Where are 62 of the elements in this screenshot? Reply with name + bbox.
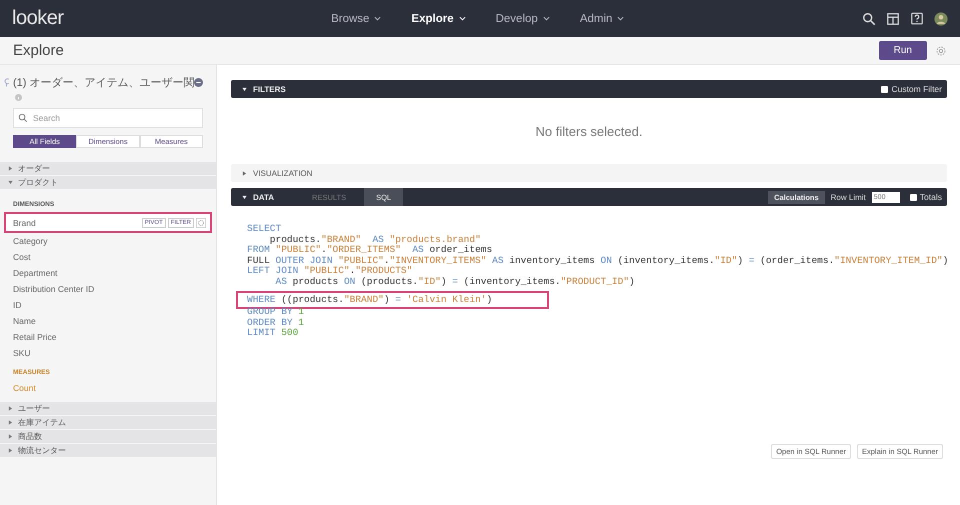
layout-icon[interactable] (886, 12, 900, 26)
disclosure-triangle-icon (8, 420, 13, 425)
disclosure-triangle-icon (8, 166, 13, 171)
section-title: FILTERS (253, 84, 286, 94)
code-line: GROUP BY 1 (247, 307, 304, 318)
field-item[interactable]: Name (0, 313, 216, 329)
field-item[interactable]: Cost (0, 249, 216, 265)
section-title: DATA (253, 192, 274, 202)
disclosure-triangle-icon (8, 434, 13, 439)
collapse-icon[interactable] (194, 78, 202, 87)
nav-menu[interactable]: Admin (578, 10, 626, 26)
field-label: Brand (13, 218, 36, 228)
view-header[interactable]: 商品数 (0, 430, 216, 444)
field-item[interactable]: Retail Price (0, 329, 216, 345)
field-item[interactable]: Department (0, 265, 216, 281)
view-header[interactable]: 在庫アイテム (0, 416, 216, 430)
search-field[interactable]: Search (13, 108, 203, 128)
row-limit-label: Row Limit (830, 192, 866, 202)
code-line: WHERE ((products."BRAND") = 'Calvin Klein') (247, 294, 492, 306)
empty-message: No filters selected. (534, 122, 644, 140)
disclosure-triangle-icon (8, 448, 13, 453)
code-line: FROM "PUBLIC"."ORDER_ITEMS" AS order_items (247, 245, 492, 256)
help-icon[interactable] (910, 12, 924, 26)
disclosure-triangle-icon (8, 180, 13, 185)
nav-menu[interactable]: Explore (409, 10, 468, 26)
avatar-icon[interactable] (934, 12, 948, 26)
code-line: AS products ON (products."ID") = (inventory_items."PRODUCT_ID") (274, 276, 635, 288)
code-line: SELECT (247, 224, 282, 235)
search-icon (18, 113, 28, 123)
code-line: FULL OUTER JOIN "PUBLIC"."INVENTORY_ITEMS" AS inventory_items ON (inventory_items."ID") = (order_items."INVENTORY_ITEM_ID") (247, 256, 948, 266)
chevron-down-icon (617, 16, 624, 21)
nav-menu[interactable]: Browse (329, 10, 384, 26)
field-item[interactable]: Distribution Center ID (0, 281, 216, 297)
code-line: ORDER BY 1 (247, 318, 304, 328)
explore-title: (1) オーダー、アイテム、ユーザー関 (13, 76, 194, 90)
disclosure-triangle-icon[interactable] (242, 170, 247, 176)
section-title: VISUALIZATION (253, 168, 312, 178)
field-item[interactable]: Category (0, 233, 216, 249)
run-button[interactable]: Run (878, 41, 927, 60)
disclosure-triangle-icon[interactable] (242, 86, 247, 92)
disclosure-triangle-icon (8, 406, 13, 411)
view-header[interactable]: オーダー (0, 162, 216, 176)
code-line: products."BRAND" AS "products.brand" (268, 234, 481, 245)
logo[interactable]: looker (12, 7, 64, 30)
view-header[interactable]: プロダクト (0, 176, 216, 190)
custom-filter-checkbox[interactable]: Custom Filter (881, 84, 942, 94)
field-item[interactable]: ID (0, 297, 216, 313)
disclosure-triangle-icon[interactable] (242, 194, 247, 200)
code-line: LIMIT 500 (247, 328, 298, 339)
settings-icon[interactable] (935, 44, 947, 56)
view-header[interactable]: ユーザー (0, 402, 216, 416)
chevron-down-icon (458, 16, 466, 21)
totals-checkbox[interactable]: Totals (910, 192, 942, 202)
page-title: Explore (13, 42, 65, 59)
search-icon[interactable] (862, 12, 876, 26)
chevron-down-icon (542, 16, 550, 21)
nav-menu[interactable]: Develop (494, 10, 552, 26)
view-header[interactable]: 物流センター (0, 444, 216, 458)
chevron-down-icon (374, 16, 382, 21)
field-item[interactable]: SKU (0, 345, 216, 361)
explore-icon (4, 77, 12, 88)
code-line: LEFT JOIN "PUBLIC"."PRODUCTS" (247, 266, 412, 277)
